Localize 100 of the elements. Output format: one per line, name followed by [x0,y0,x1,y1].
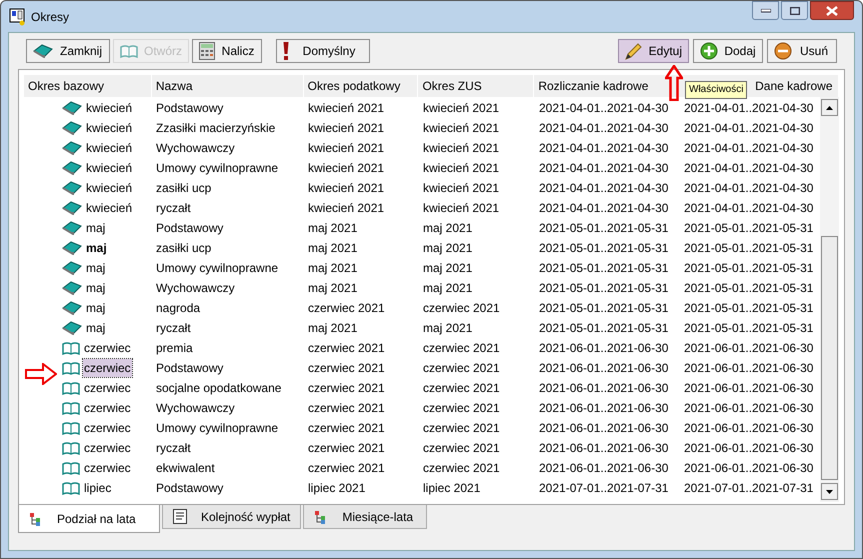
table-cell-text: zasiłki ucp [156,180,212,197]
window-title: Okresy [31,8,70,26]
scrollbar[interactable] [820,97,839,502]
table-cell-text: 2021-05-01..2021-05-31 [539,300,668,317]
column-header[interactable]: Okres bazowy [24,75,152,97]
table-cell[interactable]: maj [85,299,106,317]
table-cell-text: 2021-05-01..2021-05-31 [684,280,814,297]
minus-icon [774,42,792,60]
table-cell-text: czerwiec 2021 [308,460,385,477]
table-cell-text: Wychowawczy [156,400,235,417]
table-cell-text: maj 2021 [423,220,472,237]
tab[interactable]: Miesiące-lata [303,505,428,529]
table-cell-text: 2021-04-01..2021-04-30 [684,200,814,217]
scroll-thumb[interactable] [821,236,838,480]
table-cell-text: czerwiec 2021 [308,300,385,317]
calculator-icon [199,42,216,60]
table-cell-text: 2021-04-01..2021-04-30 [684,160,814,177]
table-cell[interactable]: czerwiec [83,459,132,477]
table-cell-text: Wychowawczy [156,280,235,297]
table-cell-text: kwiecień 2021 [423,120,500,137]
table-cell-text: czerwiec 2021 [423,340,500,357]
table-cell-text: kwiecień 2021 [308,120,384,137]
table-cell-text: czerwiec 2021 [308,440,385,457]
table-cell-text: 2021-05-01..2021-05-31 [539,280,668,297]
table-cell-text: kwiecień 2021 [308,200,384,217]
table-cell[interactable]: maj [85,259,106,277]
table-cell-text: maj 2021 [308,260,358,277]
table-cell[interactable]: maj [85,239,108,257]
tab[interactable]: Kolejność wypłat [162,505,302,529]
table-cell[interactable]: kwiecień [85,119,134,137]
table-cell-text: 2021-04-01..2021-04-30 [539,140,668,157]
table-cell-text: Podstawowy [156,100,224,117]
table-cell-text: 2021-07-01..2021-07-31 [684,480,814,497]
table-cell-text: 2021-04-01..2021-04-30 [684,140,814,157]
table-cell-text: 2021-06-01..2021-06-30 [684,400,814,417]
table-cell-text: 2021-05-01..2021-05-31 [539,240,668,257]
table-cell[interactable]: kwiecień [85,139,134,157]
table-cell-text: czerwiec 2021 [308,380,385,397]
table-cell-text: kwiecień 2021 [423,200,500,217]
table-cell-text: 2021-04-01..2021-04-30 [684,100,814,117]
table-cell-text: 2021-06-01..2021-06-30 [684,360,814,377]
column-header[interactable]: Rozliczanie kadrowe [534,75,680,97]
table-cell-text: czerwiec 2021 [308,360,385,377]
table-cell-text: 2021-06-01..2021-06-30 [539,380,668,397]
table-cell[interactable]: maj [85,319,106,337]
table-cell-text: 2021-04-01..2021-04-30 [539,160,668,177]
table-cell[interactable]: kwiecień [85,199,134,217]
toolbar-button[interactable]: Usuń [767,39,837,63]
table-cell[interactable]: kwiecień [85,99,134,117]
right-arrow-drawing [25,363,57,385]
toolbar-button[interactable]: Dodaj [693,39,763,63]
table-cell[interactable]: maj [85,279,106,297]
table-cell[interactable]: czerwiec [83,419,132,437]
table-cell-text: lipiec 2021 [423,480,480,497]
table-cell-text: Umowy cywilnoprawne [156,420,278,437]
minimize-icon [760,8,770,12]
table-cell[interactable]: czerwiec [83,399,132,417]
table-cell-text: kwiecień 2021 [308,140,384,157]
toolbar-button[interactable]: Nalicz [192,39,262,63]
table-cell-text: maj 2021 [308,220,358,237]
table-cell[interactable]: czerwiec [83,379,132,397]
table-cell-text: lipiec 2021 [308,480,366,497]
table-cell-text: czerwiec 2021 [308,340,385,357]
table-cell-text: kwiecień 2021 [423,180,500,197]
scroll-down-button[interactable] [821,483,838,500]
table-cell-text: nagroda [156,300,200,317]
table-cell[interactable]: maj [85,219,106,237]
tab[interactable]: Podział na lata [18,505,160,533]
close-button[interactable]: Zamknij [26,39,110,63]
table-cell[interactable]: kwiecień [85,179,134,197]
table-cell-text: ryczałt [156,200,191,217]
maximize-button[interactable] [781,1,808,20]
up-arrow-icon [826,106,833,110]
table-cell-text: 2021-06-01..2021-06-30 [539,400,668,417]
column-header[interactable]: Okres ZUS [418,75,534,97]
table-cell[interactable]: kwiecień [85,159,134,177]
app-icon [9,8,27,26]
table-cell-text: czerwiec 2021 [308,420,385,437]
table-cell-text: ryczałt [156,320,191,337]
table-cell-text: czerwiec 2021 [423,300,500,317]
pencil-icon [624,42,643,60]
table-cell-text: socjalne opodatkowane [156,380,282,397]
toolbar-button[interactable]: Domyślny [276,39,370,63]
close-button[interactable] [810,1,854,20]
column-header[interactable]: Okres podatkowy [304,75,418,97]
close-icon [826,6,838,16]
table-cell-text: 2021-06-01..2021-06-30 [684,440,814,457]
table-cell[interactable]: czerwiec [83,339,132,357]
toolbar-button[interactable]: Edytuj [618,39,689,63]
table-cell-text: premia [156,340,193,357]
column-header[interactable]: Nazwa [152,75,304,97]
minimize-button[interactable] [752,1,779,20]
table-cell-text: Wychowawczy [156,140,235,157]
table-cell[interactable]: czerwiec [83,439,132,457]
scroll-up-button[interactable] [821,99,838,116]
table-cell-text: kwiecień 2021 [308,160,384,177]
table-cell[interactable]: lipiec [83,479,112,497]
table-cell-text: kwiecień 2021 [423,160,500,177]
table-cell[interactable]: czerwiec [83,359,132,377]
list-icon [173,509,187,524]
